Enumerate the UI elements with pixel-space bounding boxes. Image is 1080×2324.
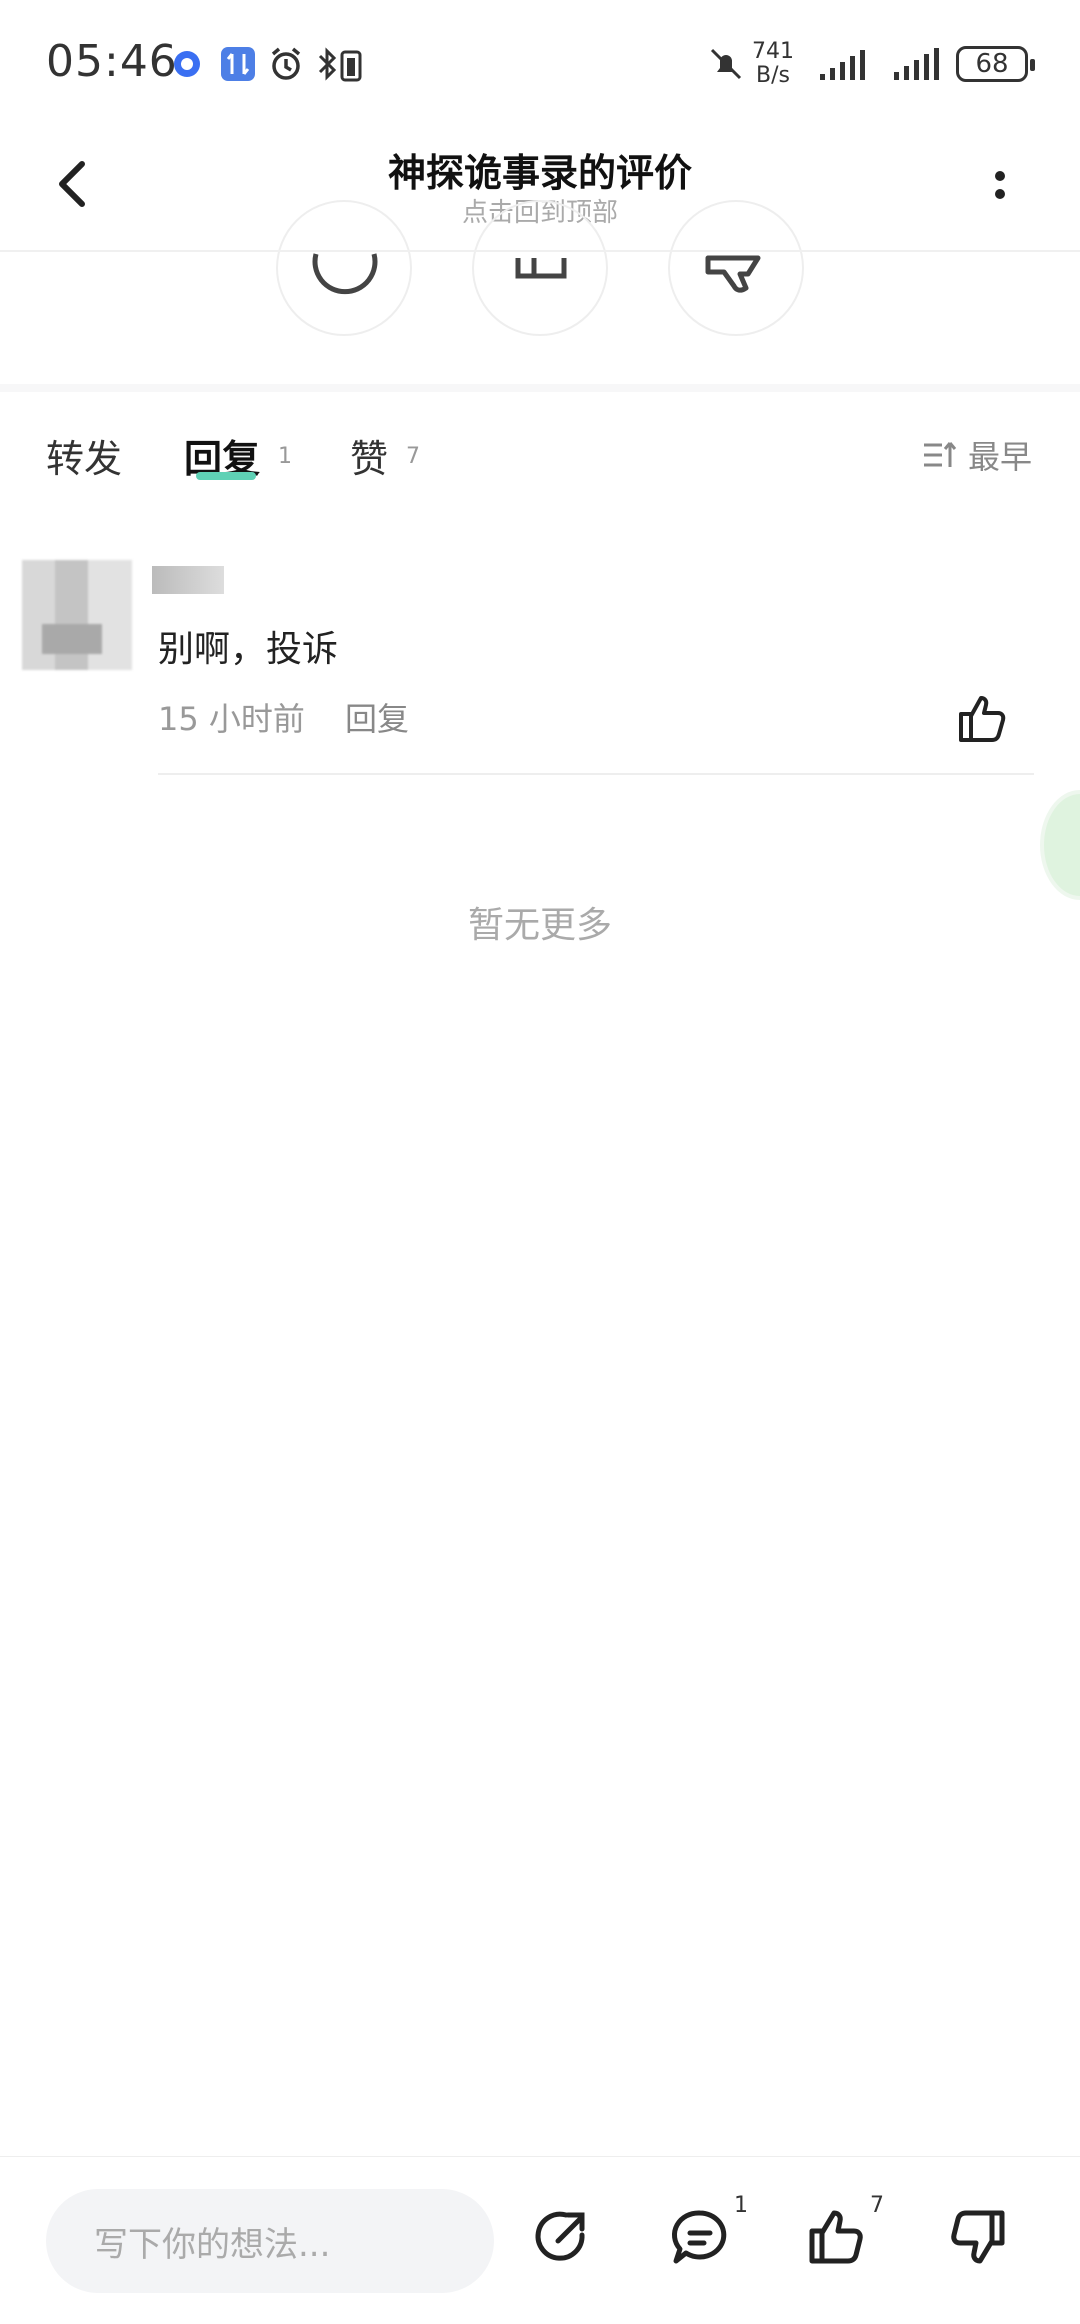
thumbs-up-icon: [809, 2210, 863, 2264]
signal-icon-2: [892, 44, 942, 84]
section-divider: [0, 384, 1080, 392]
comment-icon: [671, 2210, 727, 2264]
app-notification-icon: [170, 44, 204, 84]
comment-button[interactable]: [668, 2205, 732, 2269]
header-divider: [0, 250, 1080, 252]
comment-count: 1: [734, 2193, 748, 2218]
bluetooth-battery-icon: [316, 44, 368, 84]
comment-input[interactable]: 写下你的想法...: [46, 2189, 494, 2293]
thumbs-down-icon: [705, 255, 761, 293]
battery-level: 68: [975, 49, 1009, 79]
page-title[interactable]: 神探诡事录的评价: [0, 142, 1080, 197]
mute-icon: [706, 44, 746, 84]
dislike-button[interactable]: [944, 2205, 1008, 2269]
sort-button[interactable]: 最早: [922, 432, 1032, 478]
username-blurred[interactable]: [152, 566, 224, 594]
network-speed-unit: B/s: [756, 63, 790, 88]
signal-icon-1: [810, 44, 874, 84]
thumbs-down-icon: [951, 2210, 1005, 2264]
sort-icon: [923, 442, 957, 467]
comment-like-button[interactable]: [955, 690, 1011, 746]
more-button[interactable]: [975, 154, 1025, 214]
status-time: 05:46: [46, 36, 178, 87]
thumbs-up-icon: [515, 258, 567, 279]
share-icon: [535, 2211, 585, 2261]
tab-repost[interactable]: 转发: [46, 428, 122, 483]
no-more-text: 暂无更多: [467, 905, 612, 946]
comment-divider: [158, 773, 1034, 775]
like-count: 7: [870, 2193, 884, 2218]
data-transfer-icon: [218, 44, 258, 84]
refresh-circle-button[interactable]: [276, 200, 412, 336]
sort-label: 最早: [967, 438, 1032, 476]
network-speed: 741 B/s: [752, 40, 794, 88]
battery-indicator: 68: [956, 46, 1035, 82]
active-tab-indicator: [196, 472, 256, 480]
dislike-circle-button[interactable]: [668, 200, 804, 336]
floating-chat-bubble[interactable]: [1040, 790, 1080, 900]
share-button[interactable]: [530, 2205, 594, 2269]
network-speed-value: 741: [752, 39, 794, 64]
avatar[interactable]: [22, 560, 132, 670]
bottom-action-bar: 写下你的想法... 1 7: [0, 2156, 1080, 2324]
tab-replies-count: 1: [278, 444, 292, 469]
like-button[interactable]: [806, 2205, 870, 2269]
alarm-icon: [266, 44, 306, 84]
refresh-icon: [312, 253, 378, 295]
tab-likes[interactable]: 赞: [350, 428, 388, 483]
comment-text: 别啊，投诉: [158, 629, 339, 670]
more-icon: [995, 171, 1005, 199]
tab-likes-count: 7: [406, 444, 420, 469]
thumbs-up-icon: [959, 696, 1006, 742]
comment-time: 15 小时前: [158, 700, 305, 738]
like-circle-button[interactable]: [472, 200, 608, 336]
reply-button[interactable]: 回复: [345, 694, 409, 740]
